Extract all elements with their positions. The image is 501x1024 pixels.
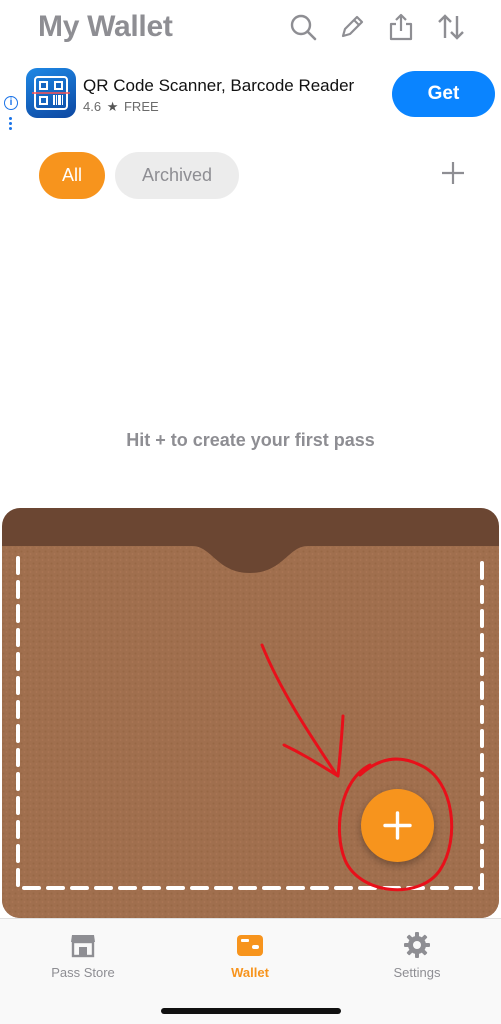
tab-pass-store[interactable]: Pass Store	[23, 931, 143, 980]
filter-all[interactable]: All	[39, 152, 105, 199]
search-icon[interactable]	[288, 12, 318, 42]
tab-label: Settings	[393, 965, 441, 980]
share-icon[interactable]	[386, 12, 416, 42]
tab-label: Pass Store	[51, 965, 115, 980]
add-icon[interactable]	[438, 158, 468, 188]
ad-menu-icon[interactable]	[9, 117, 13, 132]
edit-icon[interactable]	[337, 12, 367, 42]
header: My Wallet	[0, 0, 501, 60]
rating-value: 4.6	[83, 99, 102, 114]
store-icon	[69, 931, 97, 959]
home-indicator	[161, 1008, 341, 1014]
ad-app-name: QR Code Scanner, Barcode Reader	[83, 76, 355, 95]
gear-icon	[403, 931, 431, 959]
tab-settings[interactable]: Settings	[357, 931, 477, 980]
tab-label: Wallet	[231, 965, 269, 980]
star-icon: ★	[106, 99, 119, 114]
ad-banner[interactable]: i QR Code Scanner, Barcode Reader 4.6 ★ …	[0, 66, 501, 130]
sort-icon[interactable]	[436, 12, 466, 42]
tab-wallet[interactable]: Wallet	[190, 931, 310, 980]
filter-archived[interactable]: Archived	[115, 152, 239, 199]
page-title: My Wallet	[38, 10, 173, 43]
wallet-icon	[236, 931, 264, 959]
ad-info-icon[interactable]: i	[4, 96, 18, 110]
app-icon[interactable]	[26, 68, 76, 118]
ad-rating: 4.6 ★ FREE	[83, 99, 159, 115]
empty-state-message: Hit + to create your first pass	[126, 430, 375, 450]
price-label: FREE	[123, 99, 159, 114]
create-pass-button[interactable]	[361, 789, 434, 862]
get-button[interactable]: Get	[392, 71, 495, 117]
